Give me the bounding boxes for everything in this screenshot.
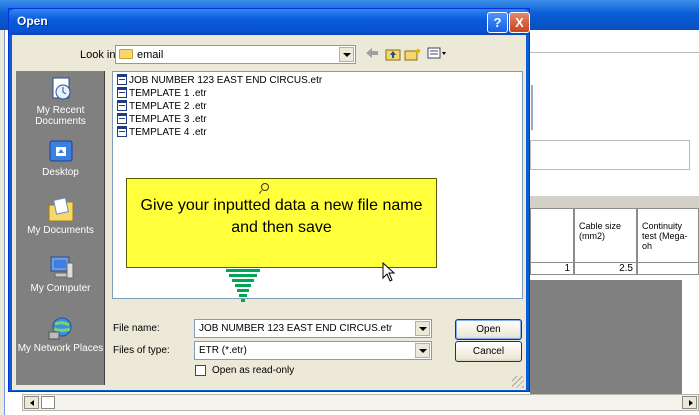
file-name-label: File name: (113, 323, 160, 334)
etr-file-icon (117, 87, 127, 98)
scroll-left-arrow-icon[interactable] (24, 396, 39, 409)
background-input-box (530, 140, 690, 170)
help-button[interactable]: ? (487, 12, 508, 33)
table-cell: 2.5 (574, 263, 637, 275)
file-item[interactable]: TEMPLATE 2 .etr (117, 100, 207, 113)
background-dark-area (530, 280, 682, 398)
file-name: TEMPLATE 3 .etr (129, 114, 207, 125)
file-name: TEMPLATE 2 .etr (129, 101, 207, 112)
read-only-checkbox[interactable] (195, 365, 206, 376)
instruction-callout: Give your inputted data a new file name … (126, 178, 437, 268)
dialog-title: Open (17, 14, 48, 28)
look-in-label: Look in: (80, 49, 119, 61)
background-divider (530, 52, 699, 53)
network-places-icon (47, 315, 75, 341)
look-in-combo[interactable]: email (115, 45, 356, 64)
place-label: My Computer (30, 283, 91, 294)
chevron-down-icon[interactable] (415, 321, 430, 336)
scroll-thumb[interactable] (41, 396, 55, 409)
place-my-recent-documents[interactable]: My Recent Documents (16, 77, 105, 127)
my-computer-icon (47, 255, 75, 281)
place-my-computer[interactable]: My Computer (16, 255, 105, 294)
place-my-documents[interactable]: My Documents (16, 197, 105, 236)
resize-grip[interactable] (512, 376, 524, 388)
place-desktop[interactable]: Desktop (16, 139, 105, 178)
back-arrow-icon[interactable] (364, 47, 380, 63)
place-label: My Recent Documents (35, 105, 86, 127)
chevron-down-icon[interactable] (415, 343, 430, 358)
up-folder-icon[interactable] (384, 47, 402, 63)
table-header-continuity: Continuity test (Mega-oh (637, 208, 699, 263)
file-name: TEMPLATE 4 .etr (129, 127, 207, 138)
place-my-network-places[interactable]: My Network Places (16, 315, 105, 354)
place-label: My Documents (27, 225, 94, 236)
place-label: Desktop (42, 167, 79, 178)
table-cell: 1 (530, 263, 574, 275)
new-folder-icon[interactable] (404, 47, 422, 63)
file-name-input[interactable]: JOB NUMBER 123 EAST END CIRCUS.etr (194, 319, 432, 338)
background-panel-edge (531, 85, 533, 130)
file-item[interactable]: TEMPLATE 4 .etr (117, 126, 207, 139)
mouse-cursor-icon (382, 262, 396, 282)
file-item[interactable]: TEMPLATE 1 .etr (117, 87, 207, 100)
files-of-type-label: Files of type: (113, 345, 170, 356)
etr-file-icon (117, 74, 127, 85)
desktop-icon (47, 139, 75, 165)
background-table-header-strip (530, 196, 699, 208)
places-bar: My Recent Documents Desktop My Documents… (16, 71, 105, 385)
file-item[interactable]: TEMPLATE 3 .etr (117, 113, 207, 126)
etr-file-icon (117, 126, 127, 137)
read-only-label: Open as read-only (212, 365, 295, 376)
open-button[interactable]: Open (455, 319, 522, 340)
chevron-down-icon[interactable] (339, 47, 354, 62)
file-item[interactable]: JOB NUMBER 123 EAST END CIRCUS.etr (117, 74, 322, 87)
down-arrow-icon (226, 269, 260, 302)
place-label: My Network Places (17, 343, 104, 354)
background-white-area (682, 280, 699, 398)
horizontal-scrollbar[interactable] (22, 394, 699, 411)
close-button[interactable]: X (509, 12, 530, 33)
views-menu-icon[interactable] (426, 47, 450, 63)
file-name-value: JOB NUMBER 123 EAST END CIRCUS.etr (199, 323, 393, 334)
files-of-type-value: ETR (*.etr) (199, 345, 247, 356)
file-name: JOB NUMBER 123 EAST END CIRCUS.etr (129, 75, 323, 86)
file-name: TEMPLATE 1 .etr (129, 88, 207, 99)
files-of-type-select[interactable]: ETR (*.etr) (194, 341, 432, 360)
folder-icon (119, 49, 133, 59)
my-documents-icon (47, 197, 75, 223)
cancel-button[interactable]: Cancel (455, 341, 522, 362)
scroll-right-arrow-icon[interactable] (682, 396, 697, 409)
dialog-titlebar[interactable]: Open ? X (9, 9, 530, 35)
table-cell (637, 263, 699, 275)
look-in-value: email (137, 49, 164, 61)
pushpin-icon (261, 183, 269, 191)
table-header-blank (530, 208, 574, 263)
etr-file-icon (117, 113, 127, 124)
recent-documents-icon (47, 77, 75, 103)
background-results-table: Cable size (mm2) Continuity test (Mega-o… (530, 208, 699, 280)
table-header-cable-size: Cable size (mm2) (574, 208, 637, 263)
callout-text: Give your inputted data a new file name … (140, 197, 423, 236)
etr-file-icon (117, 100, 127, 111)
